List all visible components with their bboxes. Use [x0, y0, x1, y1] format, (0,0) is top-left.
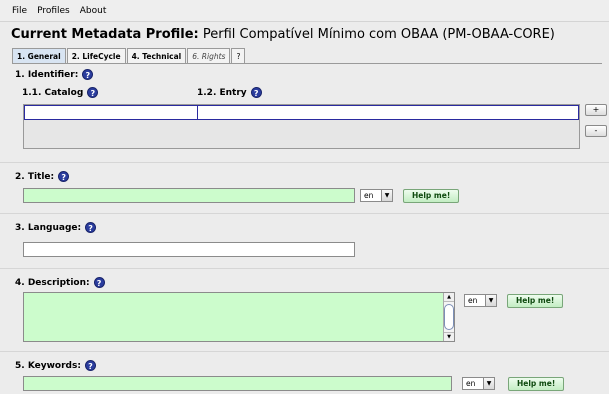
title-help-button[interactable]: Help me! [403, 189, 460, 203]
remove-identifier-button[interactable]: - [585, 125, 607, 137]
tab-general[interactable]: 1. General [12, 48, 66, 63]
identifier-label: 1. Identifier: ? [15, 69, 94, 80]
page-title: Current Metadata Profile: Perfil Compatí… [11, 27, 555, 42]
section-divider [0, 351, 609, 352]
keywords-help-button[interactable]: Help me! [508, 377, 565, 391]
help-icon[interactable]: ? [250, 87, 262, 98]
chevron-down-icon: ▼ [486, 294, 497, 307]
profile-label: Current Metadata Profile: [11, 27, 199, 42]
language-label: 3. Language: ? [15, 222, 97, 233]
section-divider [0, 162, 609, 163]
tab-technical[interactable]: 4. Technical [126, 48, 187, 63]
chevron-down-icon: ▼ [382, 189, 393, 202]
language-value: en [462, 377, 484, 390]
menu-profiles[interactable]: Profiles [37, 6, 70, 16]
entry-label: 1.2. Entry ? [197, 87, 262, 98]
language-value: en [464, 294, 486, 307]
help-icon[interactable]: ? [87, 87, 99, 98]
description-help-button[interactable]: Help me! [507, 294, 564, 308]
description-language-select[interactable]: en ▼ [464, 294, 497, 307]
tab-lifecycle[interactable]: 2. LifeCycle [66, 48, 126, 63]
keywords-input[interactable] [23, 376, 452, 391]
language-input[interactable] [23, 242, 355, 257]
tab-bar: 1. General 2. LifeCycle 4. Technical 6. … [12, 48, 246, 63]
tab-rights[interactable]: 6. Rights [187, 48, 231, 63]
section-divider [0, 213, 609, 214]
identifier-table [23, 104, 580, 149]
description-scrollbar[interactable]: ▲ ▼ [443, 293, 454, 341]
help-icon[interactable]: ? [93, 277, 105, 288]
tab-divider [12, 63, 602, 64]
menu-about[interactable]: About [80, 6, 107, 16]
language-value: en [360, 189, 382, 202]
scroll-thumb[interactable] [444, 304, 454, 330]
cell-divider [197, 106, 198, 119]
keywords-language-select[interactable]: en ▼ [462, 377, 495, 390]
tab-help[interactable]: ? [231, 48, 246, 63]
title-input[interactable] [23, 188, 355, 203]
title-language-select[interactable]: en ▼ [360, 189, 393, 202]
menu-bar: File Profiles About [0, 0, 609, 22]
chevron-down-icon: ▼ [484, 377, 495, 390]
section-divider [0, 268, 609, 269]
title-label: 2. Title: ? [15, 171, 70, 182]
catalog-label: 1.1. Catalog ? [22, 87, 99, 98]
keywords-label: 5. Keywords: ? [15, 360, 96, 371]
menu-file[interactable]: File [12, 6, 27, 16]
add-identifier-button[interactable]: + [585, 104, 607, 116]
profile-name: Perfil Compatível Mínimo com OBAA (PM-OB… [202, 27, 555, 42]
description-label: 4. Description: ? [15, 277, 105, 288]
scroll-up-icon[interactable]: ▲ [444, 293, 454, 302]
description-textarea[interactable]: ▲ ▼ [23, 292, 455, 342]
help-icon[interactable]: ? [58, 171, 70, 182]
help-icon[interactable]: ? [82, 69, 94, 80]
help-icon[interactable]: ? [85, 222, 97, 233]
help-icon[interactable]: ? [84, 360, 96, 371]
identifier-row[interactable] [24, 105, 579, 120]
scroll-down-icon[interactable]: ▼ [444, 332, 454, 341]
